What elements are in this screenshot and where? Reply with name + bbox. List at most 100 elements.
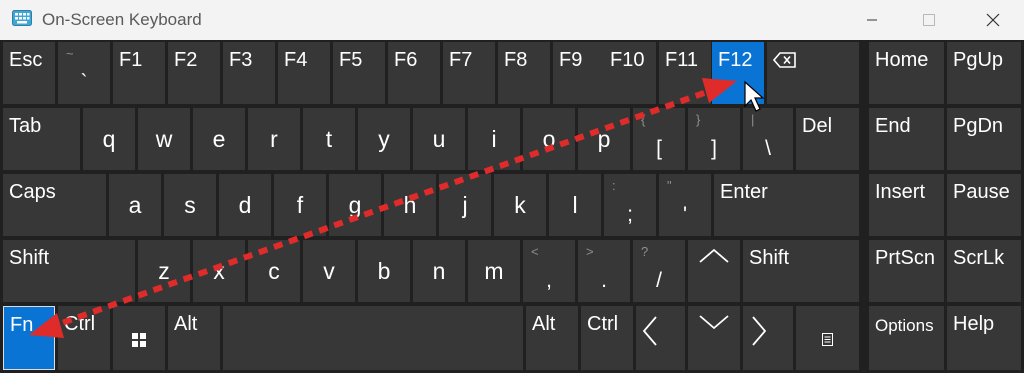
key-c[interactable]: c — [248, 240, 300, 302]
key-label: y — [378, 126, 390, 152]
key-ctrl-right[interactable]: Ctrl — [581, 306, 633, 370]
key-insert[interactable]: Insert — [869, 174, 944, 236]
key-label: i — [491, 126, 497, 152]
key-t[interactable]: t — [303, 108, 355, 170]
key-label: F8 — [504, 49, 528, 71]
key-y[interactable]: y — [358, 108, 410, 170]
key-f7[interactable]: F7 — [443, 42, 495, 104]
key-label: o — [542, 126, 556, 152]
key-arrow-up[interactable] — [688, 240, 740, 302]
key-alt-left[interactable]: Alt — [168, 306, 220, 370]
key-tab[interactable]: Tab — [3, 108, 80, 170]
key-label: Del — [802, 115, 833, 137]
key-help[interactable]: Help — [947, 306, 1021, 370]
key-f6[interactable]: F6 — [388, 42, 440, 104]
key-label: , — [546, 269, 552, 292]
key-options[interactable]: Options — [869, 306, 944, 370]
key-caps[interactable]: Caps — [3, 174, 106, 236]
key-i[interactable]: i — [468, 108, 520, 170]
key-p[interactable]: p — [578, 108, 630, 170]
key-q[interactable]: q — [83, 108, 135, 170]
key-label: j — [462, 192, 468, 218]
key-pgdn[interactable]: PgDn — [947, 108, 1021, 170]
key-alt-right[interactable]: Alt — [526, 306, 578, 370]
close-button[interactable] — [962, 0, 1018, 40]
key-g[interactable]: g — [329, 174, 381, 236]
key-f11[interactable]: F11 — [659, 42, 711, 104]
key-shift-left[interactable]: Shift — [3, 240, 135, 302]
key-h[interactable]: h — [384, 174, 436, 236]
key-f3[interactable]: F3 — [223, 42, 275, 104]
key-home[interactable]: Home — [869, 42, 944, 104]
key-slash[interactable]: ? / — [633, 240, 685, 302]
key-f1[interactable]: F1 — [113, 42, 165, 104]
key-label: Alt — [532, 313, 556, 335]
key-f2[interactable]: F2 — [168, 42, 220, 104]
key-f10[interactable]: F10 — [604, 42, 656, 104]
menu-icon — [822, 333, 833, 346]
key-period[interactable]: >. — [578, 240, 630, 302]
key-j[interactable]: j — [439, 174, 491, 236]
key-u[interactable]: u — [413, 108, 465, 170]
key-s[interactable]: s — [164, 174, 216, 236]
key-d[interactable]: d — [219, 174, 271, 236]
key-quote[interactable]: " ' — [659, 174, 711, 236]
key-r[interactable]: r — [248, 108, 300, 170]
key-f9[interactable]: F9 — [553, 42, 605, 104]
key-f5[interactable]: F5 — [333, 42, 385, 104]
key-label: ' — [682, 203, 687, 226]
key-k[interactable]: k — [494, 174, 546, 236]
key-windows[interactable] — [113, 306, 165, 370]
key-f[interactable]: f — [274, 174, 326, 236]
key-arrow-right[interactable] — [743, 306, 793, 370]
key-fn[interactable]: Fn — [3, 306, 55, 370]
key-label: \ — [765, 137, 771, 160]
key-backslash[interactable]: | \ — [743, 108, 793, 170]
key-left-bracket[interactable]: {[ — [633, 108, 685, 170]
key-scrlk[interactable]: ScrLk — [947, 240, 1021, 302]
key-right-bracket[interactable]: }] — [688, 108, 740, 170]
key-space[interactable] — [223, 306, 523, 370]
key-shift-right[interactable]: Shift — [743, 240, 859, 302]
key-b[interactable]: b — [358, 240, 410, 302]
key-pgup[interactable]: PgUp — [947, 42, 1021, 104]
maximize-button[interactable] — [900, 0, 956, 40]
key-f12[interactable]: F12 — [712, 42, 764, 104]
key-z[interactable]: z — [138, 240, 190, 302]
key-semicolon[interactable]: :; — [604, 174, 656, 236]
key-backspace[interactable] — [767, 42, 859, 104]
key-a[interactable]: a — [109, 174, 161, 236]
minimize-button[interactable] — [844, 0, 900, 40]
key-del[interactable]: Del — [796, 108, 859, 170]
key-v[interactable]: v — [303, 240, 355, 302]
key-n[interactable]: n — [413, 240, 465, 302]
key-tilde[interactable]: ~ ` — [58, 42, 110, 104]
key-menu[interactable] — [796, 306, 859, 370]
key-enter[interactable]: Enter — [714, 174, 859, 236]
key-o[interactable]: o — [523, 108, 575, 170]
key-f4[interactable]: F4 — [278, 42, 330, 104]
key-prtscn[interactable]: PrtScn — [869, 240, 944, 302]
key-ctrl-left[interactable]: Ctrl — [58, 306, 110, 370]
key-f8[interactable]: F8 — [498, 42, 550, 104]
key-end[interactable]: End — [869, 108, 944, 170]
key-label: Help — [953, 313, 995, 335]
key-shift-label: : — [612, 178, 616, 193]
key-pause[interactable]: Pause — [947, 174, 1021, 236]
key-e[interactable]: e — [193, 108, 245, 170]
key-w[interactable]: w — [138, 108, 190, 170]
key-comma[interactable]: <, — [523, 240, 575, 302]
keyboard-icon — [12, 10, 32, 26]
key-shift-label: | — [751, 112, 755, 127]
key-arrow-down[interactable] — [688, 306, 740, 370]
key-esc[interactable]: Esc — [3, 42, 55, 104]
key-label: Options — [875, 316, 934, 335]
key-l[interactable]: l — [549, 174, 601, 236]
key-arrow-left[interactable] — [636, 306, 685, 370]
key-label: Shift — [9, 247, 50, 269]
key-x[interactable]: x — [193, 240, 245, 302]
key-label: t — [325, 126, 333, 152]
key-m[interactable]: m — [468, 240, 520, 302]
key-label: F11 — [665, 49, 698, 71]
key-label: PrtScn — [875, 247, 936, 269]
